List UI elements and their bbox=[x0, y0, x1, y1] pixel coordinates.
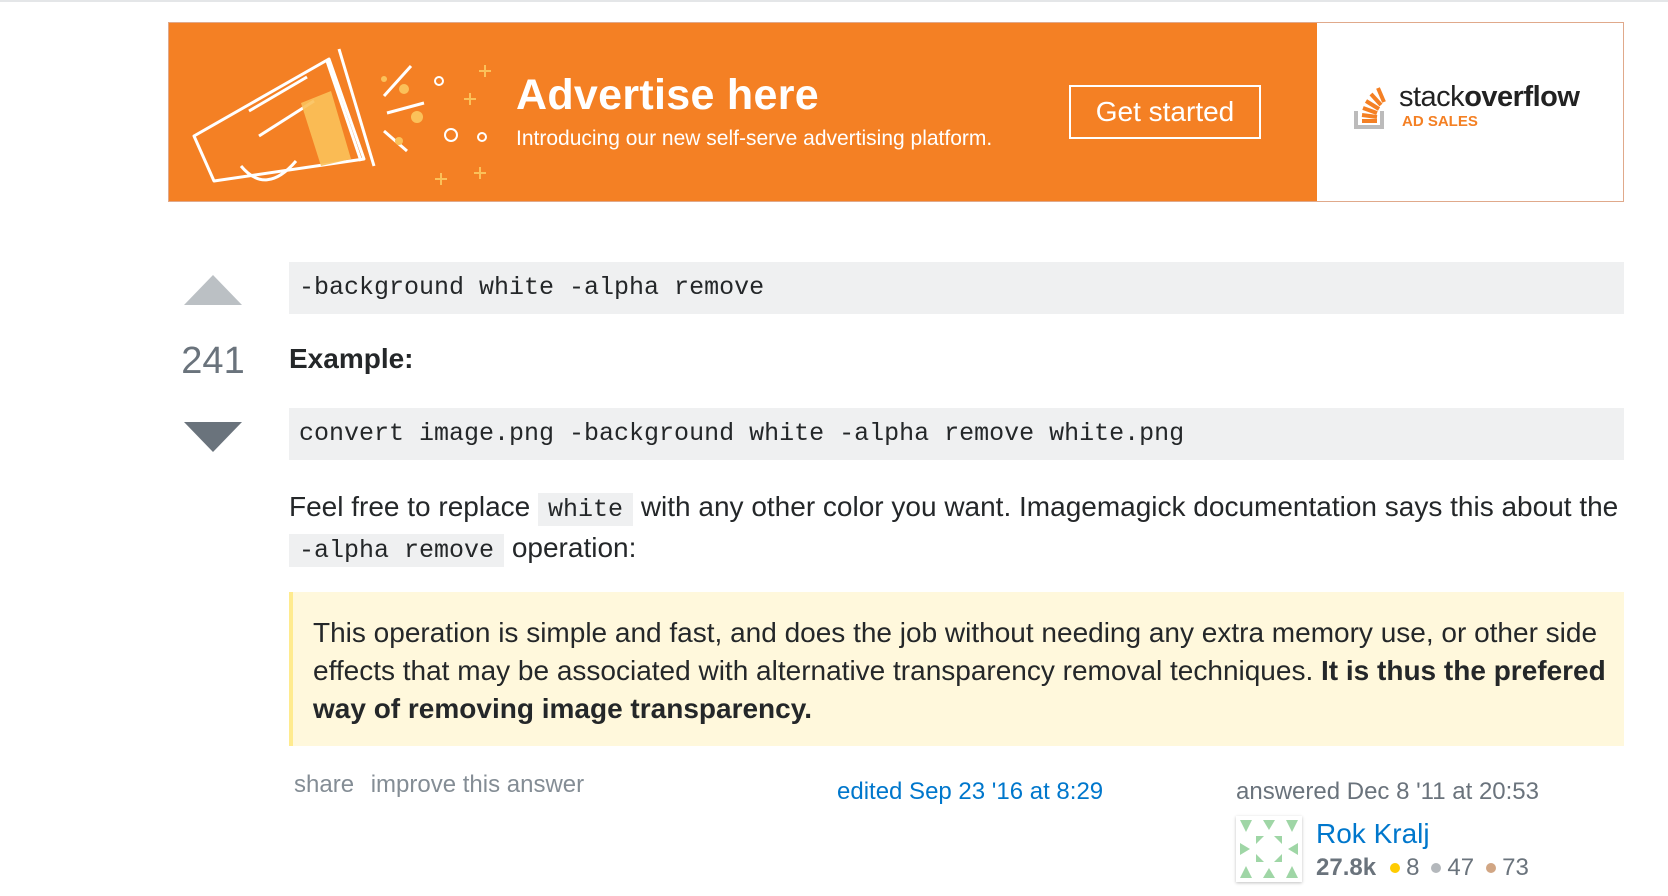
user-name-link[interactable]: Rok Kralj bbox=[1316, 818, 1430, 850]
downvote-arrow-icon[interactable] bbox=[184, 422, 242, 452]
top-border bbox=[0, 0, 1668, 2]
logo-ad-sales-tag: AD SALES bbox=[1402, 113, 1478, 130]
ad-orange-panel[interactable]: Advertise here Introducing our new self-… bbox=[169, 23, 1317, 201]
inline-code-alpha-remove: -alpha remove bbox=[289, 534, 505, 567]
ad-banner[interactable]: Advertise here Introducing our new self-… bbox=[168, 22, 1624, 202]
gold-badges: 8 bbox=[1390, 854, 1419, 882]
documentation-blockquote: This operation is simple and fast, and d… bbox=[289, 592, 1624, 746]
gold-badge-icon bbox=[1390, 863, 1401, 873]
silver-badge-icon bbox=[1431, 863, 1442, 873]
stackoverflow-logo-icon bbox=[1354, 87, 1386, 129]
inline-code-white: white bbox=[538, 493, 634, 526]
identicon-icon bbox=[1236, 816, 1302, 882]
megaphone-icon bbox=[192, 48, 491, 185]
answer-paragraph: Feel free to replace white with any othe… bbox=[289, 491, 1619, 567]
example-heading: Example: bbox=[289, 343, 414, 374]
bronze-badge-icon bbox=[1486, 863, 1497, 873]
vote-count: 241 bbox=[181, 340, 245, 382]
improve-answer-link[interactable]: improve this answer bbox=[371, 771, 584, 798]
ad-logo-panel[interactable]: stackoverflow AD SALES bbox=[1317, 23, 1623, 201]
ad-title: Advertise here bbox=[516, 71, 819, 119]
silver-badges: 47 bbox=[1431, 854, 1474, 882]
edited-timestamp-link[interactable]: edited Sep 23 '16 at 8:29 bbox=[837, 778, 1103, 806]
code-block-flags: -background white -alpha remove bbox=[289, 262, 1624, 314]
answered-timestamp: answered Dec 8 '11 at 20:53 bbox=[1236, 778, 1539, 805]
user-avatar[interactable] bbox=[1236, 816, 1302, 882]
code-block-example: convert image.png -background white -alp… bbox=[289, 408, 1624, 460]
user-stats: 27.8k 8 47 73 bbox=[1316, 854, 1541, 882]
logo-wordmark: stackoverflow bbox=[1399, 81, 1580, 113]
share-link[interactable]: share bbox=[294, 771, 354, 798]
bronze-badges: 73 bbox=[1486, 854, 1529, 882]
upvote-arrow-icon[interactable] bbox=[184, 275, 242, 305]
post-menu: share improve this answer bbox=[294, 771, 594, 799]
get-started-button[interactable]: Get started bbox=[1069, 85, 1261, 139]
reputation-score: 27.8k bbox=[1316, 854, 1377, 881]
stackoverflow-ad-sales-logo[interactable]: stackoverflow AD SALES bbox=[1353, 81, 1580, 131]
ad-subtitle: Introducing our new self-serve advertisi… bbox=[516, 127, 993, 150]
